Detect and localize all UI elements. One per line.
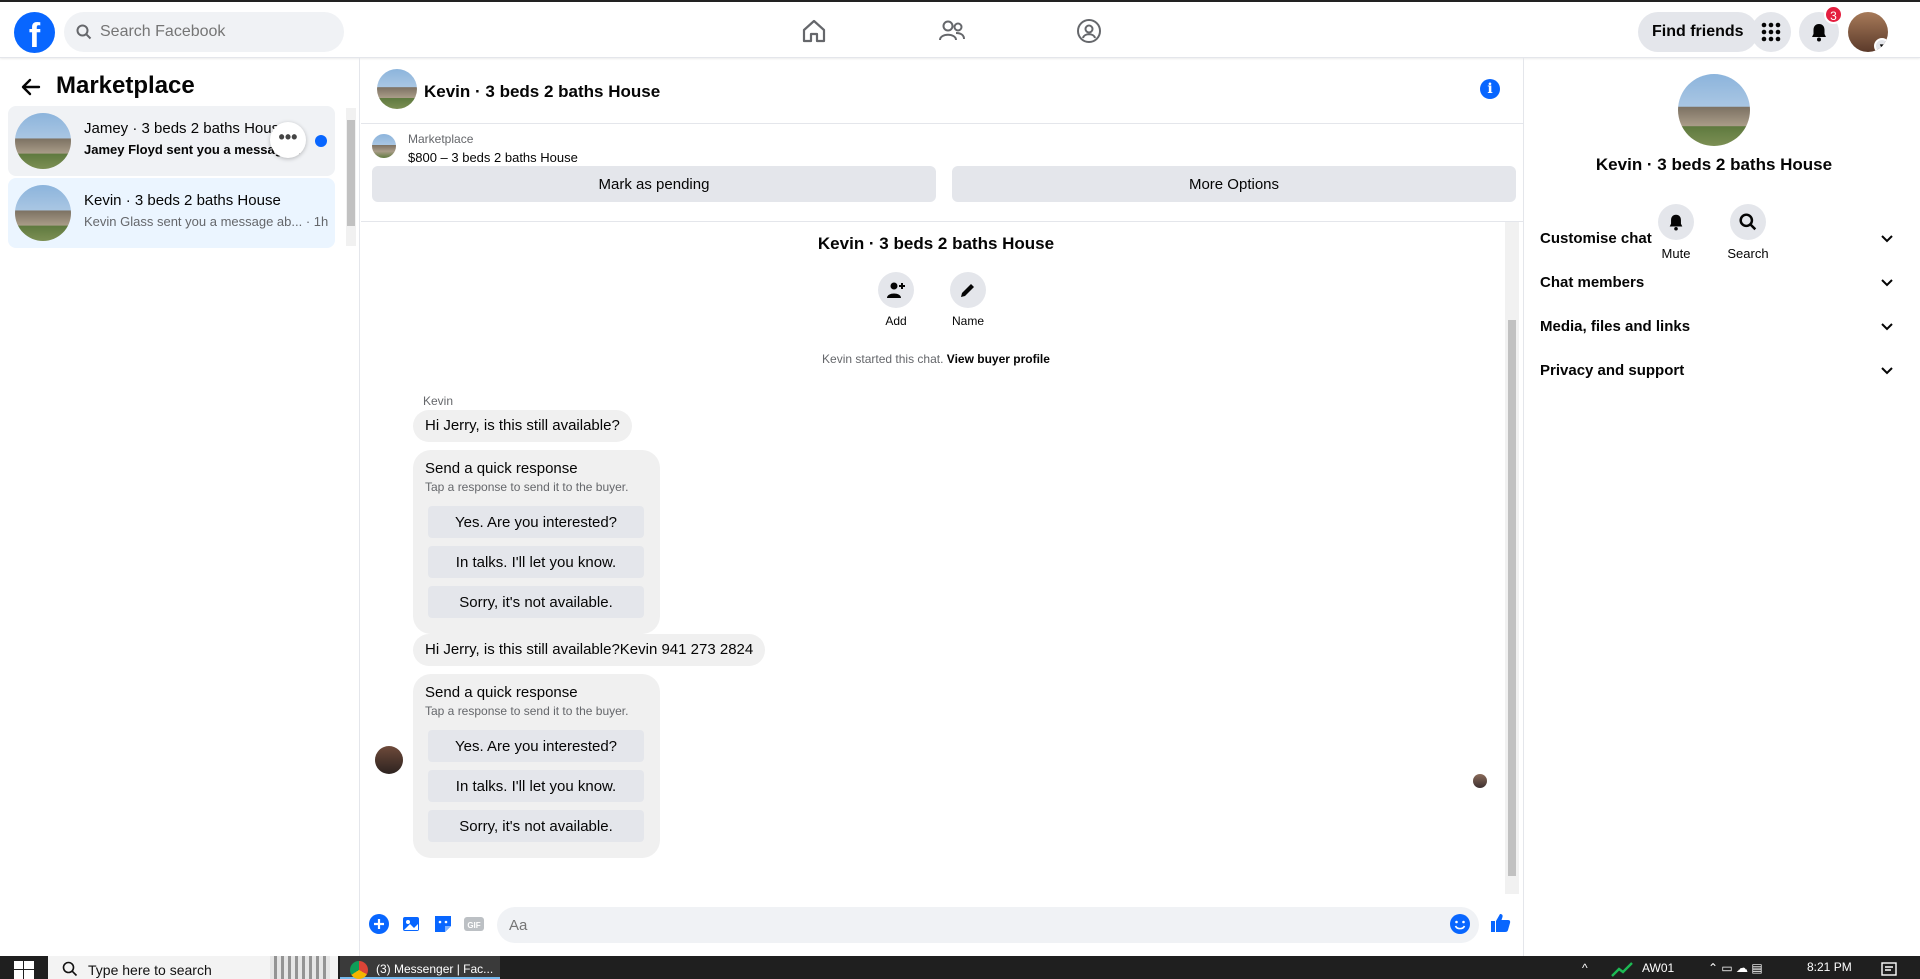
more-options-icon[interactable]: ••• [270,122,306,158]
chat-members-section[interactable]: Chat members [1540,263,1895,303]
more-options-button[interactable]: More Options [952,166,1516,202]
edit-name-button[interactable]: Name [938,272,998,328]
chat-details-panel: Kevin · 3 beds 2 baths House Mute Search… [1523,58,1920,956]
zebra-search-highlight-image [270,956,330,979]
pencil-icon [961,284,974,297]
chat-details-avatar[interactable] [1678,74,1750,146]
chrome-icon [350,961,368,979]
media-files-links-section[interactable]: Media, files and links [1540,307,1895,347]
search-box[interactable] [64,12,344,52]
sender-avatar[interactable] [375,746,403,774]
chat-avatar[interactable] [377,69,417,109]
groups-icon[interactable] [1074,16,1104,46]
tray-icons[interactable]: ⌃ ▭ ☁ ▤ [1708,961,1763,975]
find-friends-button[interactable]: Find friends [1638,12,1758,52]
sender-name: Kevin [423,394,454,408]
chat-header: Kevin · 3 beds 2 baths House i [361,58,1523,124]
quick-response-in-talks[interactable]: In talks. I'll let you know. [428,546,644,578]
marketplace-title: Marketplace [56,72,195,99]
marketplace-conversation-list: Marketplace Jamey · 3 beds 2 baths House… [0,58,360,956]
conversation-title: Kevin · 3 beds 2 baths House [817,234,1055,253]
conversation-list-scrollbar[interactable] [346,108,356,246]
home-icon[interactable] [799,16,829,46]
quick-response-not-available[interactable]: Sorry, it's not available. [428,586,644,618]
message-input[interactable] [497,907,1479,943]
sticker-icon[interactable] [432,913,454,935]
message-thread: Kevin · 3 beds 2 baths House Add Name Ke… [361,222,1511,894]
conversation-name: Jamey · 3 beds 2 baths House [84,120,284,137]
quick-response-yes[interactable]: Yes. Are you interested? [428,506,644,538]
message-composer: GIF [361,894,1523,956]
conversation-item-kevin[interactable]: Kevin · 3 beds 2 baths House Kevin Glass… [8,178,335,248]
search-icon [62,961,78,977]
photo-icon[interactable] [400,913,422,935]
notification-center-icon[interactable] [1880,960,1898,978]
message-bubble: Hi Jerry, is this still available?Kevin … [413,634,766,666]
stock-trend-icon[interactable] [1610,960,1634,978]
facebook-logo-icon[interactable]: f [14,12,55,53]
windows-start-icon[interactable] [14,961,34,979]
chevron-down-icon [1881,235,1893,243]
clock-time[interactable]: 8:21 PM [1807,960,1852,974]
chevron-down-icon [1881,367,1893,375]
customise-chat-section[interactable]: Customise chat [1540,219,1895,259]
quick-response-yes[interactable]: Yes. Are you interested? [428,730,644,762]
chevron-down-icon: ▾ [1874,38,1888,52]
mark-as-pending-button[interactable]: Mark as pending [372,166,936,202]
quick-response-in-talks[interactable]: In talks. I'll let you know. [428,770,644,802]
svg-text:GIF: GIF [467,921,480,930]
add-people-button[interactable]: Add [866,272,926,328]
friends-icon[interactable] [937,16,967,46]
info-icon[interactable]: i [1480,79,1500,99]
search-icon [76,24,92,40]
taskbar-chrome-messenger[interactable]: (3) Messenger | Fac... [340,956,500,979]
seen-indicator-avatar [1473,774,1487,788]
add-plus-icon[interactable] [368,913,390,935]
profile-avatar[interactable]: ▾ [1848,12,1888,52]
listing-thumbnail [15,113,71,169]
conversation-item-jamey[interactable]: Jamey · 3 beds 2 baths House Jamey Floyd… [8,106,335,176]
windows-taskbar: Type here to search (3) Messenger | Fac.… [0,956,1920,979]
back-arrow-icon[interactable] [18,74,44,100]
chat-window: Kevin · 3 beds 2 baths House i Marketpla… [361,58,1523,956]
chat-started-notice: Kevin started this chat. View buyer prof… [822,352,1050,366]
privacy-support-section[interactable]: Privacy and support [1540,351,1895,391]
quick-response-not-available[interactable]: Sorry, it's not available. [428,810,644,842]
listing-thumbnail [15,185,71,241]
view-buyer-profile-link[interactable]: View buyer profile [947,352,1050,366]
tray-chevron-up-icon[interactable]: ^ [1582,961,1588,975]
listing-price[interactable]: $800 – 3 beds 2 baths House [408,150,578,165]
listing-thumbnail[interactable] [372,134,396,158]
conversation-name: Kevin · 3 beds 2 baths House [84,192,281,209]
listing-source: Marketplace [408,132,474,146]
top-navigation-bar: f Find friends 3 ▾ [0,0,1920,58]
quick-response-card: Send a quick response Tap a response to … [413,674,660,858]
chevron-down-icon [1881,323,1893,331]
emoji-icon[interactable] [1449,913,1471,935]
chevron-down-icon [1881,279,1893,287]
thumbs-up-icon[interactable] [1489,911,1513,935]
conversation-preview: Kevin Glass sent you a message ab... · 1… [84,214,329,229]
network-label[interactable]: AW01 [1642,961,1674,975]
menu-grid-icon[interactable] [1751,12,1791,52]
chat-details-title: Kevin · 3 beds 2 baths House [1595,155,1833,174]
chat-title[interactable]: Kevin · 3 beds 2 baths House [424,82,660,102]
notification-count-badge: 3 [1824,5,1843,24]
quick-response-card: Send a quick response Tap a response to … [413,450,660,634]
chat-scrollbar[interactable] [1505,222,1519,894]
conversation-preview: Jamey Floyd sent you a message... [84,142,301,157]
search-input[interactable] [100,23,320,41]
unread-indicator [315,135,327,147]
gif-icon[interactable]: GIF [463,913,485,935]
add-person-icon [887,282,905,298]
message-bubble: Hi Jerry, is this still available? [413,410,632,442]
